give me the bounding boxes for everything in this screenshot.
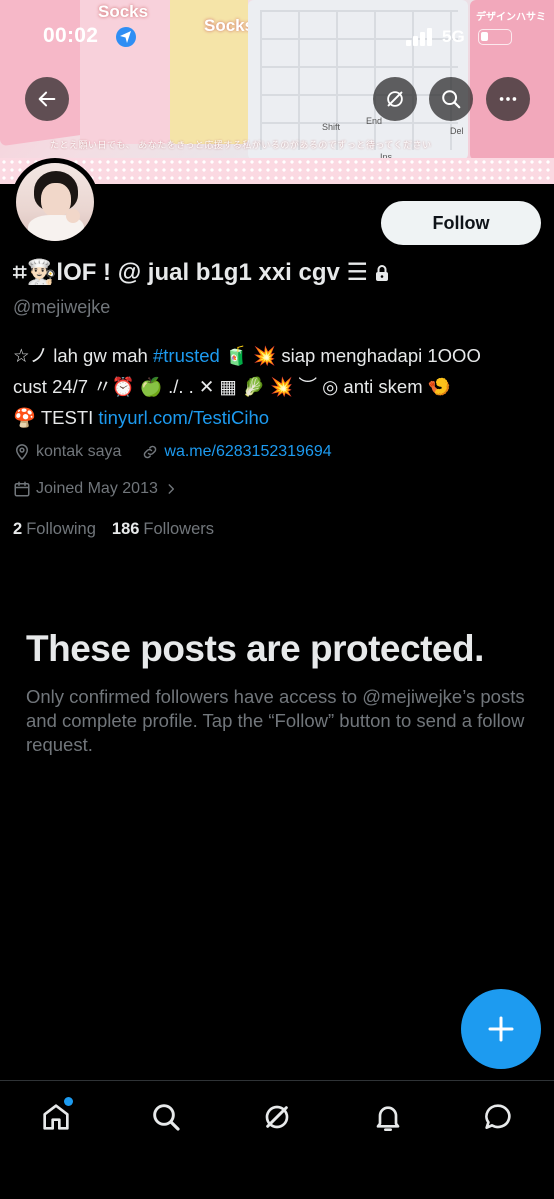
status-time: 00:02	[43, 24, 99, 47]
location-pin-icon	[15, 444, 29, 461]
bio-line: cust 24/7 〃⏰ 🍏 ./. . ✕ ▦ 🥬 💥 ︶ ◎ anti sk…	[13, 376, 451, 397]
location-arrow-icon	[116, 27, 136, 47]
grok-button[interactable]	[373, 77, 417, 121]
cellular-signal-icon	[406, 28, 432, 46]
link-icon	[144, 445, 157, 459]
user-handle: @mejiwejke	[13, 297, 111, 317]
message-bubble-icon	[485, 1104, 511, 1129]
bio-line: 🍄 TESTI tinyurl.com/TestiCiho	[13, 402, 543, 433]
followers-count: 186	[111, 520, 140, 538]
lock-icon	[376, 264, 389, 281]
website-link[interactable]: wa.me/6283152319694	[164, 443, 331, 461]
bio-text: ☆ノ lah gw mah	[13, 345, 153, 366]
grok-icon	[387, 91, 403, 107]
location-text: kontak saya	[36, 443, 122, 460]
following-count: 2	[13, 520, 23, 538]
more-options-button[interactable]	[486, 77, 530, 121]
search-icon	[442, 90, 461, 109]
bio-text: 🧃 💥 siap menghadapi 1OOO	[219, 345, 481, 366]
search-icon	[153, 1104, 180, 1131]
tab-notifications[interactable]	[368, 1097, 408, 1137]
tab-grok[interactable]	[257, 1097, 297, 1137]
key-label: End	[366, 116, 383, 126]
chevron-right-icon	[168, 484, 174, 494]
unread-dot	[64, 1097, 73, 1106]
battery-icon	[478, 29, 512, 45]
bell-icon	[376, 1106, 400, 1131]
profile-meta-row: kontak saya wa.me/6283152319694	[13, 443, 332, 461]
compose-post-button[interactable]	[461, 989, 541, 1069]
avatar-photo	[16, 163, 94, 241]
follow-button[interactable]: Follow	[381, 201, 541, 245]
display-name-row: ⌗👨🏻‍🍳lOF ! @ jual b1g1 xxi cgv ☰	[13, 258, 390, 287]
bio-url-link[interactable]: tinyurl.com/TestiCiho	[98, 407, 269, 428]
plus-icon	[488, 1016, 514, 1042]
following-link[interactable]: 2 Following	[13, 520, 96, 539]
bio-hashtag-link[interactable]: #trusted	[153, 345, 220, 366]
tab-home[interactable]	[36, 1097, 76, 1137]
status-bar: 00:02 5G	[0, 0, 554, 74]
key-label: Del	[450, 126, 464, 136]
banner-caption: たとえ願い日でも、 あなたをきっと応援する私がいるのがあるのでずっと待ってくださ…	[50, 140, 432, 150]
bottom-tab-bar	[0, 1080, 554, 1199]
followers-label: Followers	[143, 520, 215, 538]
display-name: ⌗👨🏻‍🍳lOF ! @ jual b1g1 xxi cgv ☰	[13, 259, 369, 286]
arrow-left-icon	[38, 91, 56, 107]
follow-counts: 2 Following 186 Followers	[13, 520, 214, 539]
network-type: 5G	[442, 27, 465, 46]
following-label: Following	[26, 520, 96, 538]
protected-title: These posts are protected.	[26, 628, 484, 669]
more-horizontal-icon	[499, 97, 517, 101]
grok-icon	[265, 1105, 289, 1129]
joined-date-row[interactable]: Joined May 2013	[13, 480, 183, 498]
bio-text: 🍄 TESTI	[13, 407, 99, 428]
followers-link[interactable]: 186 Followers	[112, 520, 214, 539]
search-button[interactable]	[429, 77, 473, 121]
calendar-icon	[14, 481, 30, 497]
back-button[interactable]	[25, 77, 69, 121]
profile-avatar[interactable]	[11, 158, 99, 246]
tab-messages[interactable]	[478, 1097, 518, 1137]
protected-message: Only confirmed followers have access to …	[26, 686, 525, 755]
profile-bio: ☆ノ lah gw mah #trusted 🧃 💥 siap menghada…	[13, 340, 543, 433]
bio-line: ☆ノ lah gw mah #trusted 🧃 💥 siap menghada…	[13, 340, 543, 371]
joined-date: Joined May 2013	[36, 480, 158, 497]
tab-search[interactable]	[146, 1097, 186, 1137]
key-label: Shift	[322, 122, 341, 132]
